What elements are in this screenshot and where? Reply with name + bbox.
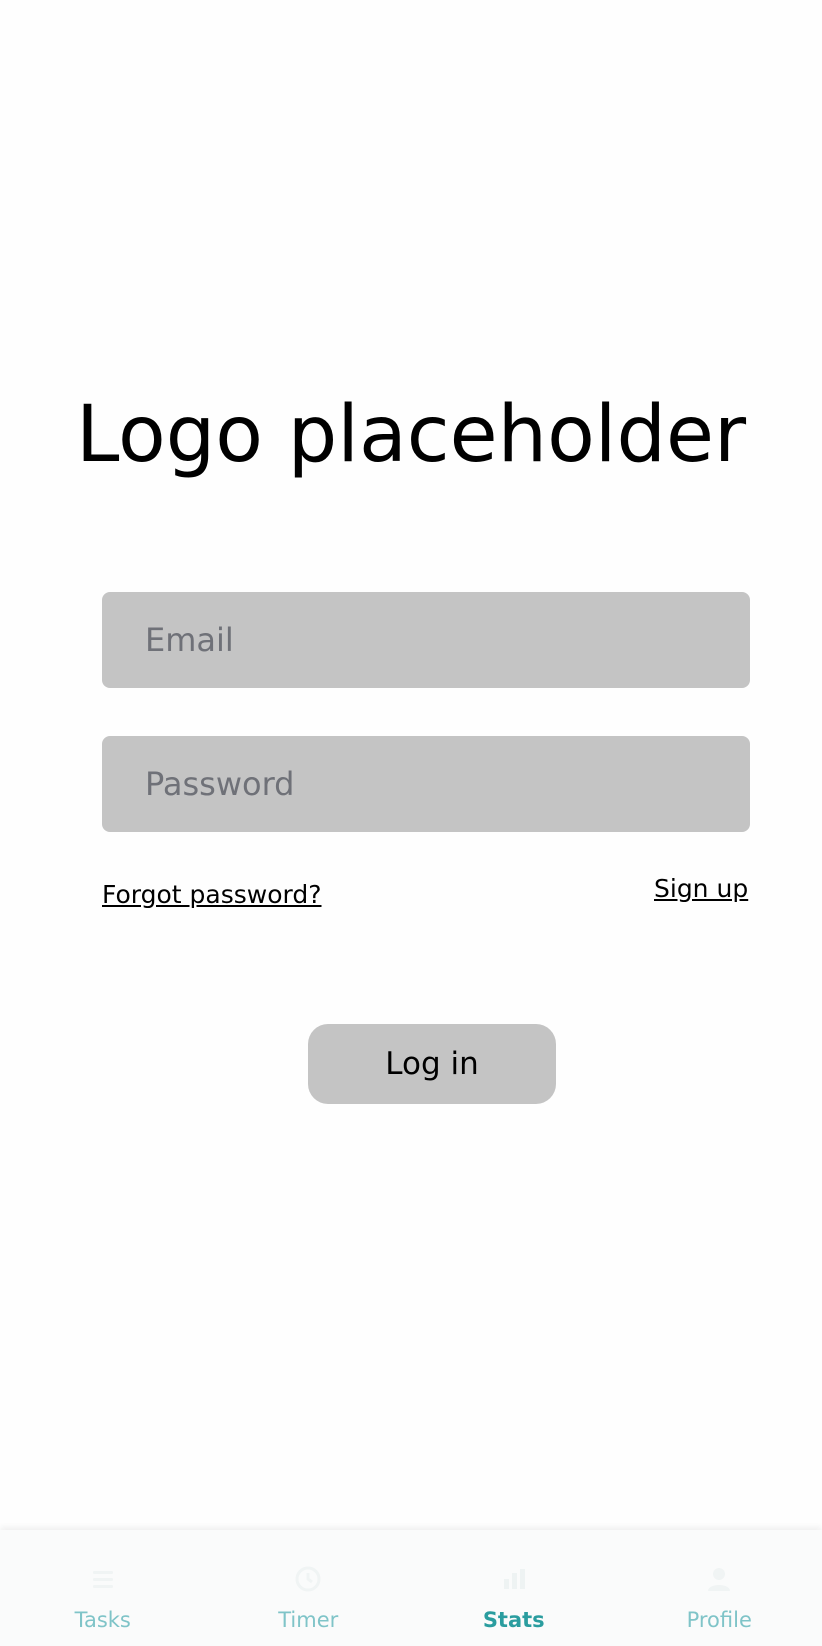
sign-up-link[interactable]: Sign up <box>654 874 748 903</box>
tab-stats[interactable]: Stats <box>411 1530 617 1646</box>
person-icon <box>704 1564 734 1594</box>
tab-label: Stats <box>482 1608 545 1632</box>
tab-label: Timer <box>278 1608 339 1632</box>
logo-placeholder: Logo placeholder <box>75 390 747 480</box>
tab-profile[interactable]: Profile <box>617 1530 822 1646</box>
tab-label: Profile <box>686 1608 752 1632</box>
tab-tasks[interactable]: Tasks <box>0 1530 206 1646</box>
clock-icon <box>293 1564 323 1594</box>
tab-timer[interactable]: Timer <box>206 1530 412 1646</box>
email-input[interactable] <box>102 592 750 688</box>
password-input[interactable] <box>102 736 750 832</box>
log-in-button[interactable]: Log in <box>308 1024 556 1104</box>
tab-label: Tasks <box>74 1608 131 1632</box>
forgot-password-link[interactable]: Forgot password? <box>102 880 322 909</box>
bottom-tab-bar: Tasks Timer Stats Profile <box>0 1530 822 1646</box>
login-screen: Logo placeholder Forgot password? Sign u… <box>0 0 822 1646</box>
chart-icon <box>499 1564 529 1594</box>
list-icon <box>88 1564 118 1594</box>
